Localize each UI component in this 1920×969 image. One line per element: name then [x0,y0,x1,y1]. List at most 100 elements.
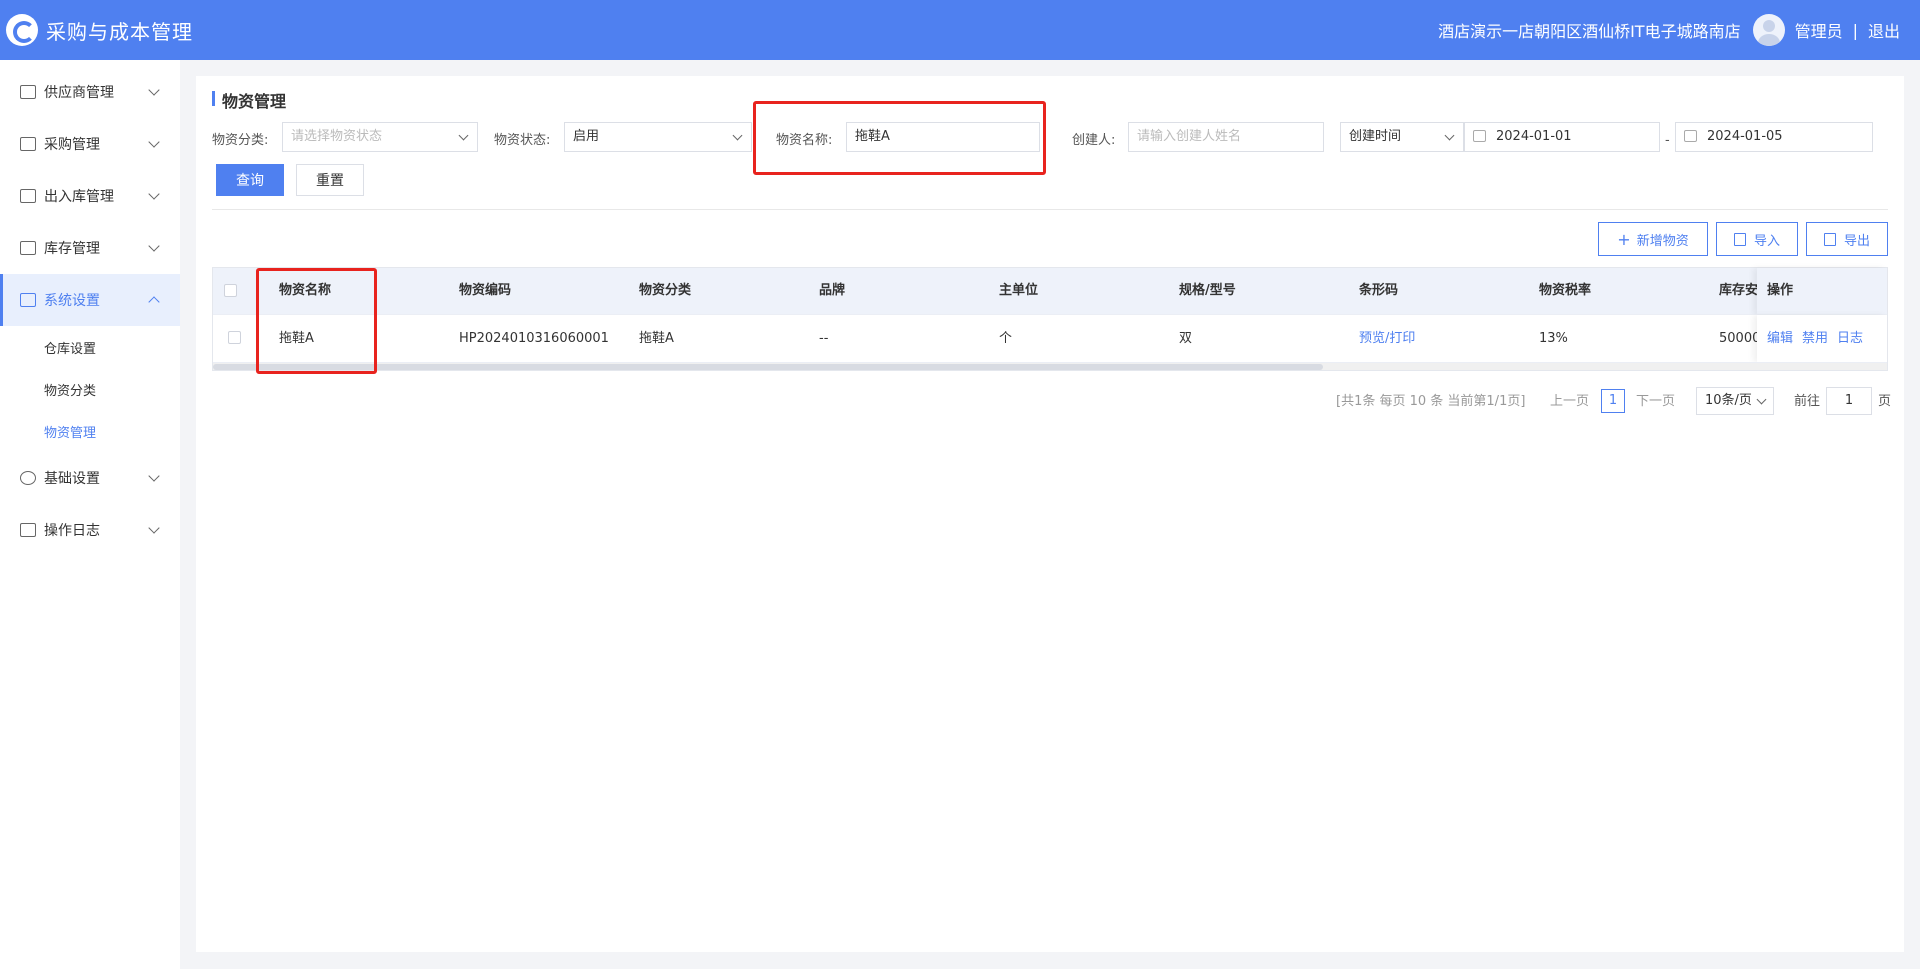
material-brand: -- [819,331,829,346]
column-header[interactable]: 物资编码 [459,268,511,314]
settings-icon [20,293,36,307]
sidebar-item-label: 操作日志 [44,523,100,539]
logo-icon [6,14,38,46]
scrollbar-thumb[interactable] [213,364,1323,370]
horizontal-scrollbar[interactable] [213,362,1887,371]
status-select[interactable]: 启用 [564,122,752,152]
column-header: 操作 [1767,283,1794,298]
next-page-button[interactable]: 下一页 [1636,389,1675,415]
name-input[interactable]: 拖鞋A [846,122,1040,152]
sidebar-item-label: 供应商管理 [44,85,114,101]
sidebar-item-supplier[interactable]: 供应商管理 [0,66,180,118]
prev-page-button[interactable]: 上一页 [1550,389,1589,415]
import-icon [1733,232,1746,246]
inout-icon [20,189,36,203]
sidebar-item-inventory[interactable]: 库存管理 [0,222,180,274]
time-type-value: 创建时间 [1349,129,1402,144]
row-checkbox[interactable] [228,331,241,344]
main-card: 物资管理 物资分类: 请选择物资状态 物资状态: 启用 物资名称: 拖鞋A 创建… [196,76,1904,952]
chevron-down-icon [148,84,160,96]
add-material-button[interactable]: + 新增物资 [1598,222,1708,256]
page-suffix: 页 [1878,394,1892,409]
edit-link[interactable]: 编辑 [1767,315,1793,362]
material-tax: 13% [1539,331,1568,346]
user-name[interactable]: 管理员 [1795,18,1843,42]
export-button[interactable]: 导出 [1806,222,1888,256]
creator-input[interactable]: 请输入创建人姓名 [1128,122,1324,152]
sidebar-item-inout[interactable]: 出入库管理 [0,170,180,222]
date-end-input[interactable]: 2024-01-05 [1675,122,1873,152]
category-label: 物资分类: [212,133,269,148]
logout-link[interactable]: 退出 [1868,18,1900,42]
page-title: 物资管理 [212,88,286,112]
top-header: 采购与成本管理 酒店演示一店朝阳区酒仙桥IT电子城路南店 管理员 | 退出 [0,0,1920,60]
column-header[interactable]: 库存安 [1719,268,1759,314]
chevron-down-icon [1444,130,1455,141]
log-icon [20,523,36,537]
material-stock: 50000 [1719,331,1759,346]
material-category: 拖鞋A [639,331,674,346]
reset-button[interactable]: 重置 [296,164,364,196]
export-icon [1823,232,1836,246]
divider [212,209,1888,210]
column-header[interactable]: 品牌 [819,268,845,314]
column-header[interactable]: 物资分类 [639,268,691,314]
sidebar-item-log[interactable]: 操作日志 [0,504,180,556]
header-separator: | [1852,20,1858,40]
store-name[interactable]: 酒店演示一店朝阳区酒仙桥IT电子城路南店 [1438,18,1741,42]
select-all-checkbox[interactable] [224,284,237,297]
page-size-select[interactable]: 10条/页 [1696,387,1774,415]
sidebar: 供应商管理 采购管理 出入库管理 库存管理 系统设置 仓库设置 物资分类 物资管… [0,60,180,969]
sidebar-item-settings[interactable]: 系统设置 [0,274,180,326]
chevron-down-icon [148,240,160,252]
column-header[interactable]: 物资名称 [279,268,331,314]
goto-page-input[interactable]: 1 [1826,387,1872,415]
status-label: 物资状态: [494,133,551,148]
chevron-down-icon [148,188,160,200]
sidebar-subitem-material[interactable]: 物资管理 [0,410,180,452]
import-button[interactable]: 导入 [1716,222,1798,256]
column-header[interactable]: 条形码 [1359,268,1398,314]
log-link[interactable]: 日志 [1837,315,1863,362]
category-select[interactable]: 请选择物资状态 [282,122,478,152]
page-number-current[interactable]: 1 [1601,389,1625,413]
creator-label: 创建人: [1072,133,1116,148]
sidebar-item-purchase[interactable]: 采购管理 [0,118,180,170]
name-label: 物资名称: [776,133,833,148]
import-label: 导入 [1753,233,1780,249]
sidebar-item-label: 采购管理 [44,137,100,153]
inventory-icon [20,241,36,255]
avatar[interactable] [1752,14,1785,46]
ops-col: 编辑 禁用 日志 [1757,315,1887,362]
app-title: 采购与成本管理 [46,19,193,44]
query-button[interactable]: 查询 [216,164,284,196]
ops-header-col: 操作 [1757,268,1887,314]
column-header[interactable]: 物资税率 [1539,268,1591,314]
sidebar-item-label: 基础设置 [44,471,100,487]
date-start-input[interactable]: 2024-01-01 [1464,122,1660,152]
column-header[interactable]: 规格/型号 [1179,268,1236,314]
materials-table: 物资名称 物资编码 物资分类 品牌 主单位 规格/型号 条形码 物资税率 库存安… [212,267,1888,371]
barcode-print-link[interactable]: 预览/打印 [1359,315,1415,362]
sidebar-item-basic[interactable]: 基础设置 [0,452,180,504]
date-start-value: 2024-01-01 [1496,129,1572,144]
purchase-icon [20,137,36,151]
app-logo[interactable]: 采购与成本管理 [6,14,193,46]
date-end-value: 2024-01-05 [1707,129,1783,144]
material-code: HP2024010316060001 [459,331,609,346]
sidebar-item-label: 系统设置 [44,293,100,309]
disable-link[interactable]: 禁用 [1802,315,1828,362]
chevron-down-icon [458,130,469,141]
sidebar-item-label: 库存管理 [44,241,100,257]
time-type-select[interactable]: 创建时间 [1340,122,1464,152]
table-row: 拖鞋A HP2024010316060001 拖鞋A -- 个 双 预览/打印 … [213,314,1887,362]
chevron-down-icon [1756,394,1767,405]
table-header: 物资名称 物资编码 物资分类 品牌 主单位 规格/型号 条形码 物资税率 库存安… [213,268,1887,314]
sidebar-subitem-warehouse[interactable]: 仓库设置 [0,326,180,368]
column-header[interactable]: 主单位 [999,268,1038,314]
sidebar-subitem-category[interactable]: 物资分类 [0,368,180,410]
status-value: 启用 [573,129,600,144]
sidebar-item-label: 出入库管理 [44,189,114,205]
category-placeholder: 请选择物资状态 [291,129,383,144]
material-spec: 双 [1179,331,1193,346]
